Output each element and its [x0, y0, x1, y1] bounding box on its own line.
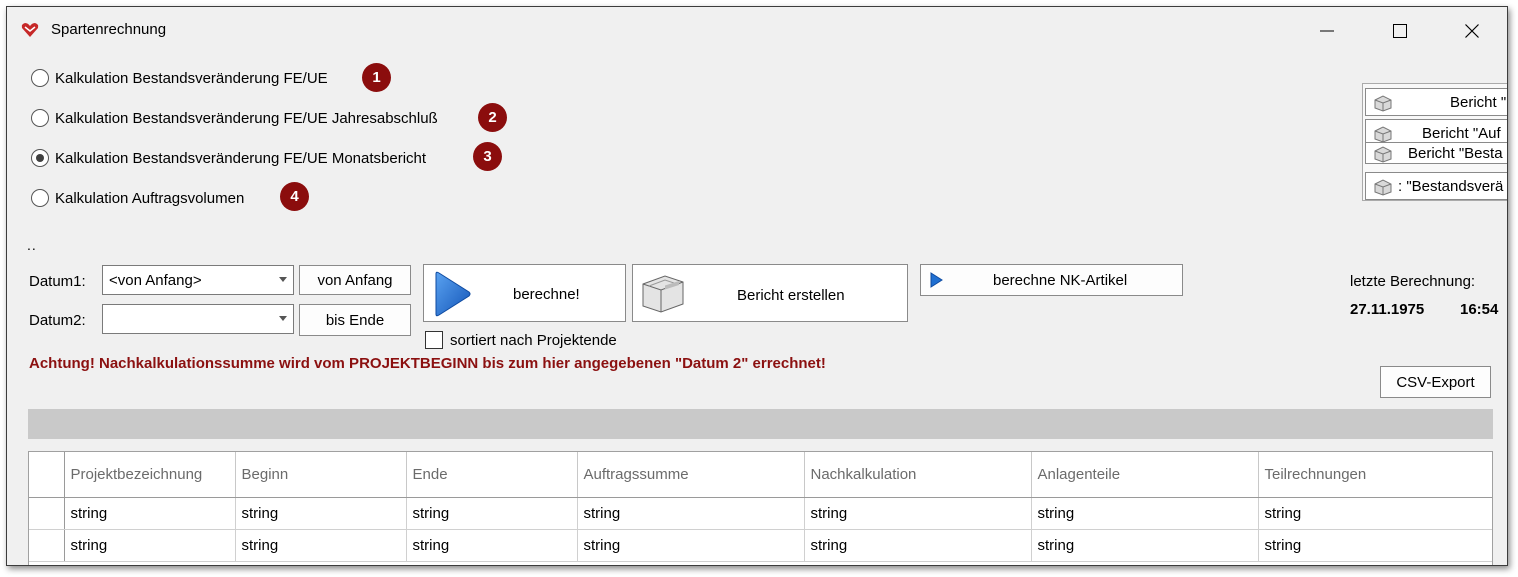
- step-badge-2: 2: [478, 103, 507, 132]
- column-header[interactable]: Auftragssumme: [577, 452, 805, 498]
- table-cell[interactable]: string: [804, 497, 1032, 530]
- table-cell[interactable]: string: [1031, 529, 1259, 562]
- row-header[interactable]: [29, 497, 65, 530]
- letzte-berechnung-time: 16:54: [1460, 301, 1499, 318]
- printer-icon: [1374, 95, 1392, 112]
- step-badge-4: 4: [280, 182, 309, 211]
- option-jahresabschluss[interactable]: Kalkulation Bestandsveränderung FE/UE Ja…: [31, 109, 438, 127]
- table-cell[interactable]: string: [64, 497, 236, 530]
- bis-ende-button[interactable]: bis Ende: [299, 304, 411, 336]
- option-label: Kalkulation Bestandsveränderung FE/UE: [55, 69, 328, 87]
- datum1-select[interactable]: <von Anfang>: [102, 265, 294, 295]
- radio-button[interactable]: [31, 69, 49, 87]
- radio-button[interactable]: [31, 189, 49, 207]
- maximize-icon: [1393, 24, 1407, 38]
- berechne-button[interactable]: berechne!: [423, 264, 626, 322]
- progress-bar: [28, 409, 1493, 439]
- table-cell[interactable]: string: [1031, 497, 1259, 530]
- option-label: Kalkulation Auftragsvolumen: [55, 189, 245, 207]
- printer-icon: [1374, 146, 1392, 163]
- table-row[interactable]: string string string string string strin…: [29, 529, 1492, 562]
- table-cell[interactable]: string: [235, 497, 407, 530]
- column-header[interactable]: Projektbezeichnung: [64, 452, 236, 498]
- berechne-nk-button[interactable]: berechne NK-Artikel: [920, 264, 1183, 296]
- table-cell[interactable]: string: [577, 497, 805, 530]
- close-button[interactable]: [1449, 15, 1495, 47]
- report-button-1[interactable]: Bericht ": [1365, 88, 1507, 116]
- report-button-label: Bericht "Besta: [1408, 144, 1503, 162]
- letzte-berechnung-date: 27.11.1975: [1350, 301, 1425, 318]
- printer-icon: [642, 275, 684, 313]
- close-icon: [1465, 24, 1479, 38]
- play-icon: [930, 272, 943, 288]
- report-button-label: : "Bestandsverä: [1398, 177, 1504, 195]
- status-dots: ..: [27, 237, 37, 253]
- chevron-down-icon: [279, 277, 287, 282]
- report-button-3[interactable]: Bericht "Besta: [1365, 142, 1507, 164]
- row-header-corner: [29, 452, 65, 498]
- column-header[interactable]: Beginn: [235, 452, 407, 498]
- report-panel: Bericht " Bericht "Auf Bericht "Besta : …: [1362, 83, 1507, 201]
- results-table: Projektbezeichnung Beginn Ende Auftragss…: [29, 452, 1492, 562]
- option-bestandsveraenderung[interactable]: Kalkulation Bestandsveränderung FE/UE: [31, 69, 328, 87]
- table-cell[interactable]: string: [1258, 529, 1492, 562]
- row-header[interactable]: [29, 529, 65, 562]
- table-cell[interactable]: string: [235, 529, 407, 562]
- chevron-down-icon: [279, 316, 287, 321]
- minimize-button[interactable]: [1304, 15, 1350, 47]
- table-cell[interactable]: string: [1258, 497, 1492, 530]
- column-header[interactable]: Ende: [406, 452, 578, 498]
- step-badge-1: 1: [362, 63, 391, 92]
- radio-button[interactable]: [31, 109, 49, 127]
- datum1-label: Datum1:: [29, 273, 86, 290]
- column-header[interactable]: Anlagenteile: [1031, 452, 1259, 498]
- bericht-erstellen-label: Bericht erstellen: [737, 287, 845, 304]
- bericht-erstellen-button[interactable]: Bericht erstellen: [632, 264, 908, 322]
- option-auftragsvolumen[interactable]: Kalkulation Auftragsvolumen: [31, 189, 244, 207]
- datum1-value: <von Anfang>: [109, 271, 202, 289]
- data-grid: Projektbezeichnung Beginn Ende Auftragss…: [28, 451, 1493, 565]
- letzte-berechnung-label: letzte Berechnung:: [1350, 273, 1476, 290]
- berechne-nk-label: berechne NK-Artikel: [993, 271, 1128, 289]
- sortiert-checkbox[interactable]: [425, 331, 443, 349]
- printer-icon: [1374, 126, 1392, 143]
- table-cell[interactable]: string: [406, 529, 578, 562]
- option-monatsbericht[interactable]: Kalkulation Bestandsveränderung FE/UE Mo…: [31, 149, 426, 167]
- play-icon: [435, 271, 471, 317]
- table-cell[interactable]: string: [406, 497, 578, 530]
- printer-icon: [1374, 179, 1392, 196]
- step-badge-3: 3: [473, 142, 502, 171]
- datum2-label: Datum2:: [29, 312, 86, 329]
- app-logo-icon: [21, 23, 39, 37]
- title-bar: Spartenrechnung: [7, 7, 1507, 55]
- maximize-button[interactable]: [1377, 15, 1423, 47]
- minimize-icon: [1320, 30, 1334, 32]
- window-title: Spartenrechnung: [51, 21, 167, 38]
- table-header-row: Projektbezeichnung Beginn Ende Auftragss…: [29, 452, 1492, 498]
- app-window: Spartenrechnung Kalkulation Bestandsverä…: [6, 6, 1508, 566]
- sortiert-label: sortiert nach Projektende: [450, 332, 617, 349]
- column-header[interactable]: Nachkalkulation: [804, 452, 1032, 498]
- report-button-4[interactable]: : "Bestandsverä: [1365, 172, 1507, 200]
- csv-export-button[interactable]: CSV-Export: [1380, 366, 1491, 398]
- radio-button-selected[interactable]: [31, 149, 49, 167]
- warning-message: Achtung! Nachkalkulationssumme wird vom …: [29, 355, 826, 372]
- column-header[interactable]: Teilrechnungen: [1258, 452, 1492, 498]
- von-anfang-button[interactable]: von Anfang: [299, 265, 411, 295]
- table-row[interactable]: string string string string string strin…: [29, 497, 1492, 530]
- datum2-select[interactable]: [102, 304, 294, 334]
- table-cell[interactable]: string: [804, 529, 1032, 562]
- report-button-label: Bericht ": [1450, 93, 1507, 111]
- option-label: Kalkulation Bestandsveränderung FE/UE Mo…: [55, 149, 427, 167]
- table-cell[interactable]: string: [64, 529, 236, 562]
- report-button-label: Bericht "Auf: [1422, 124, 1501, 142]
- table-cell[interactable]: string: [577, 529, 805, 562]
- option-label: Kalkulation Bestandsveränderung FE/UE Ja…: [55, 109, 438, 127]
- berechne-label: berechne!: [513, 286, 580, 303]
